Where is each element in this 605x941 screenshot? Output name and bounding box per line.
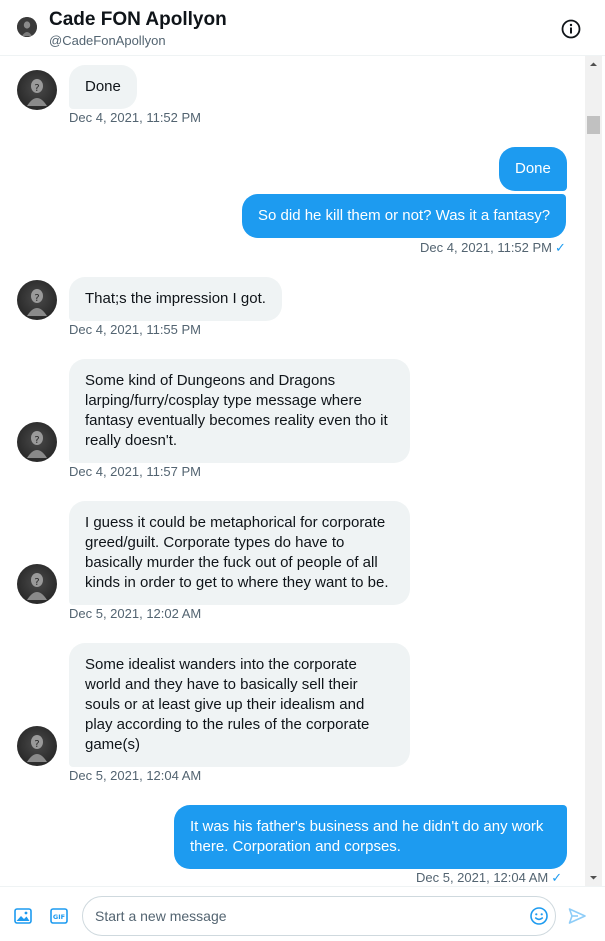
message-timestamp: Dec 5, 2021, 12:04 AM: [69, 768, 202, 783]
sent-check-icon: ✓: [555, 240, 566, 255]
message-input[interactable]: [95, 905, 515, 927]
contact-name[interactable]: Cade FON Apollyon: [49, 9, 227, 31]
avatar-figure-icon: ?: [27, 431, 47, 458]
message-timestamp: Dec 5, 2021, 12:02 AM: [69, 606, 202, 621]
message-timestamp: Dec 4, 2021, 11:57 PM: [69, 464, 202, 479]
gif-label: GIF: [53, 913, 65, 921]
message-timestamp: Dec 5, 2021, 12:04 AM ✓: [416, 870, 563, 885]
avatar-figure-icon: ?: [27, 573, 47, 600]
scroll-down-arrow-icon[interactable]: [585, 869, 602, 886]
message-timestamp: Dec 4, 2021, 11:52 PM: [69, 110, 202, 125]
contact-handle[interactable]: @CadeFonApollyon: [49, 33, 166, 48]
avatar-figure-icon: [17, 17, 37, 37]
send-icon[interactable]: [567, 906, 587, 926]
sent-check-icon: ✓: [551, 870, 563, 885]
message-bubble-incoming[interactable]: That;s the impression I got.: [69, 277, 282, 321]
svg-text:?: ?: [34, 435, 39, 446]
svg-text:?: ?: [34, 293, 39, 304]
message-bubble-outgoing[interactable]: It was his father's business and he didn…: [174, 805, 567, 869]
message-bubble-incoming[interactable]: Some idealist wanders into the corporate…: [69, 643, 410, 767]
message-list[interactable]: ? Done Dec 4, 2021, 11:52 PM Done So did…: [0, 56, 585, 886]
contact-avatar[interactable]: ?: [17, 726, 57, 766]
gif-icon[interactable]: GIF: [49, 906, 69, 926]
contact-avatar[interactable]: ?: [17, 422, 57, 462]
image-icon[interactable]: [13, 906, 33, 926]
svg-text:?: ?: [34, 577, 39, 588]
message-input-container[interactable]: [82, 896, 556, 936]
scroll-up-arrow-icon[interactable]: [585, 56, 602, 73]
message-timestamp: Dec 4, 2021, 11:52 PM ✓: [420, 240, 566, 255]
avatar-figure-icon: ?: [27, 79, 47, 106]
message-scrollbar[interactable]: [585, 56, 602, 886]
contact-avatar[interactable]: ?: [17, 70, 57, 110]
scrollbar-thumb[interactable]: [587, 116, 600, 134]
message-bubble-incoming[interactable]: I guess it could be metaphorical for cor…: [69, 501, 410, 605]
info-icon[interactable]: [560, 18, 582, 40]
contact-avatar[interactable]: ?: [17, 564, 57, 604]
emoji-icon[interactable]: [529, 906, 549, 926]
svg-text:?: ?: [34, 83, 39, 94]
message-bubble-incoming[interactable]: Done: [69, 65, 137, 109]
contact-avatar-small[interactable]: [17, 17, 37, 37]
message-bubble-outgoing[interactable]: Done: [499, 147, 567, 191]
avatar-figure-icon: ?: [27, 735, 47, 762]
message-bubble-outgoing[interactable]: So did he kill them or not? Was it a fan…: [242, 194, 567, 238]
message-bubble-incoming[interactable]: Some kind of Dungeons and Dragons larpin…: [69, 359, 410, 463]
svg-text:?: ?: [34, 739, 39, 750]
message-composer: GIF: [0, 886, 605, 941]
conversation-header: Cade FON Apollyon @CadeFonApollyon: [0, 0, 605, 56]
contact-avatar[interactable]: ?: [17, 280, 57, 320]
message-timestamp: Dec 4, 2021, 11:55 PM: [69, 322, 202, 337]
avatar-figure-icon: ?: [27, 289, 47, 316]
